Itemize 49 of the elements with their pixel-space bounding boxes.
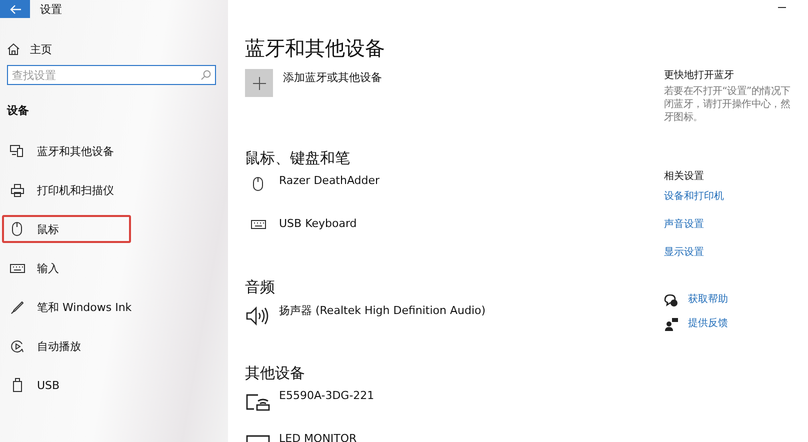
device-name[interactable]: USB Keyboard (279, 217, 357, 230)
mouse-icon (12, 222, 22, 236)
search-field[interactable]: 查找设置 (7, 65, 216, 85)
group-heading: 其他设备 (245, 363, 306, 383)
monitor-icon (246, 435, 270, 442)
related-link[interactable]: 显示设置 (664, 246, 808, 260)
printer-icon (10, 184, 24, 196)
device-name[interactable]: Razer DeathAdder (279, 174, 380, 187)
back-button[interactable] (0, 0, 30, 18)
keyboard-icon (250, 220, 266, 229)
back-arrow-icon (10, 4, 20, 14)
device-name[interactable]: 扬声器 (Realtek High Definition Audio) (279, 303, 486, 318)
tip-text: 若要在不打开“设置”的情况下 闭蓝牙，请打开操作中心，然 牙图标。 (664, 85, 790, 124)
sidebar-item[interactable]: 输入 (2, 254, 131, 282)
tip-title: 更快地打开蓝牙 (664, 69, 735, 83)
autoplay-icon (10, 340, 24, 352)
device-name[interactable]: E5590A-3DG-221 (279, 389, 374, 402)
router-icon (246, 392, 270, 412)
mouse-icon (253, 177, 263, 191)
usb-icon (12, 378, 22, 392)
support-link[interactable]: 获取帮助 (688, 293, 728, 307)
plus-icon (252, 76, 266, 90)
page-title: 蓝牙和其他设备 (245, 35, 386, 61)
sidebar-item[interactable]: 自动播放 (2, 332, 131, 360)
related-link[interactable]: 设备和打印机 (664, 190, 808, 204)
search-icon (201, 70, 211, 80)
sidebar-item[interactable]: 鼠标 (2, 215, 131, 243)
window-title: 设置 (40, 2, 62, 16)
speaker-icon (246, 306, 270, 326)
sidebar-item[interactable]: 蓝牙和其他设备 (2, 137, 131, 165)
sidebar-item[interactable]: USB (2, 371, 131, 399)
device-name[interactable]: LED MONITOR (279, 432, 357, 442)
home-nav-item[interactable]: 主页 (7, 42, 228, 56)
related-link[interactable]: 声音设置 (664, 218, 808, 232)
keyboard-icon (10, 264, 24, 272)
feedback-icon (664, 317, 678, 331)
related-heading: 相关设置 (664, 170, 705, 184)
sidebar-item[interactable]: 打印机和扫描仪 (2, 176, 131, 204)
support-link[interactable]: 提供反馈 (688, 317, 728, 331)
add-device-button[interactable] (245, 69, 273, 97)
home-icon (7, 43, 20, 55)
help-icon (664, 294, 678, 306)
sidebar-item[interactable]: 笔和 Windows Ink (2, 293, 140, 321)
add-device-label[interactable]: 添加蓝牙或其他设备 (283, 70, 382, 85)
group-heading: 鼠标、键盘和笔 (245, 148, 351, 168)
devices-icon (10, 145, 24, 157)
section-heading: 设备 (7, 103, 30, 117)
pen-icon (10, 300, 24, 314)
group-heading: 音频 (245, 277, 276, 297)
